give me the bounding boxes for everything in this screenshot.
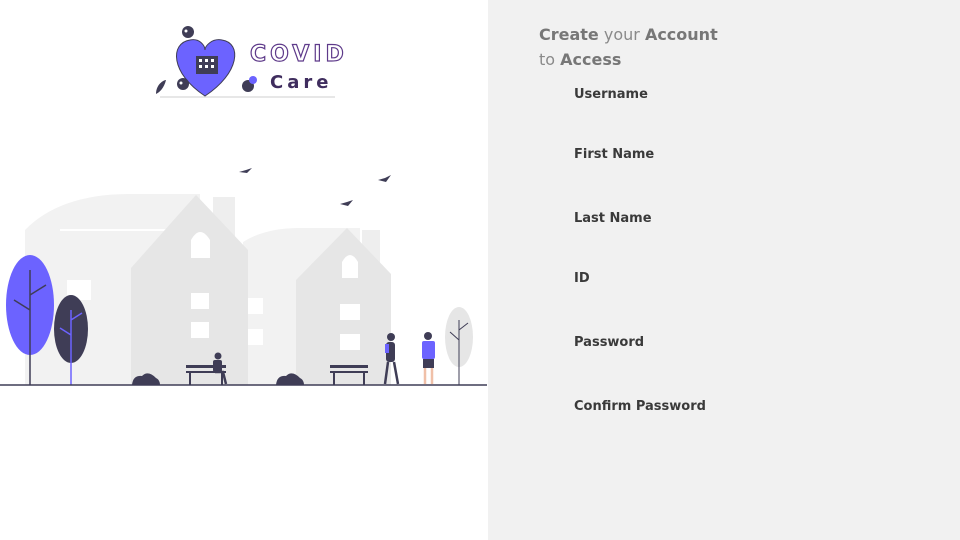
logo-title: COVID (249, 41, 348, 67)
id-label: ID (574, 271, 590, 286)
form-heading-line-1: Create your Account (539, 25, 718, 44)
confirm-password-label: Confirm Password (574, 399, 706, 414)
form-heading: Create your Account to Access (539, 22, 718, 72)
covid-care-logo: COVID Care (150, 18, 350, 102)
first-name-label: First Name (574, 147, 655, 162)
standing-person (422, 332, 435, 384)
signup-form-panel (488, 0, 960, 540)
password-label: Password (574, 335, 645, 350)
logo-subtitle: Care (270, 72, 333, 93)
illustration-panel: COVID Care (0, 0, 488, 540)
form-heading-line-2: to Access (539, 50, 622, 69)
bird (378, 175, 391, 182)
last-name-label: Last Name (574, 211, 652, 226)
username-label: Username (574, 87, 648, 102)
bird (340, 200, 353, 206)
bird (239, 168, 252, 173)
town-illustration (0, 160, 488, 395)
